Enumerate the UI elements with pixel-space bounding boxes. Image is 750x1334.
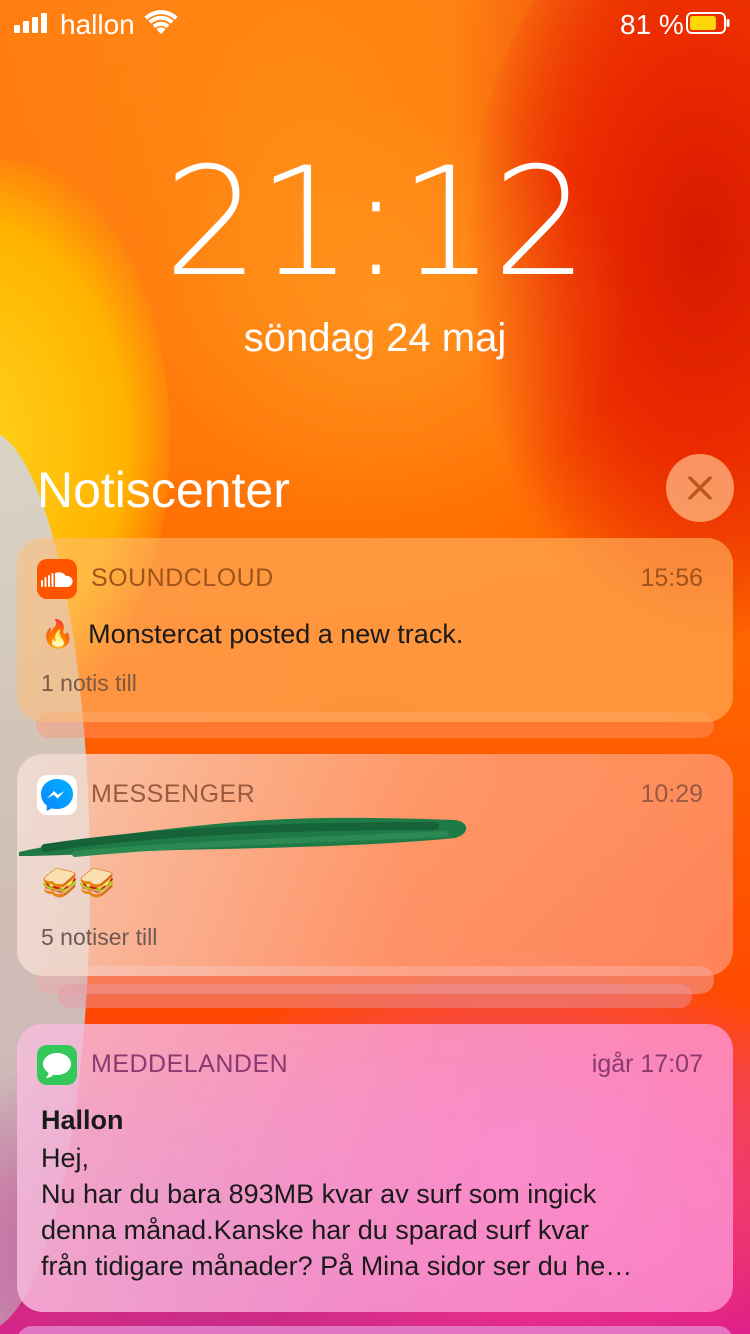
status-bar: hallon 81 % bbox=[0, 0, 750, 48]
notification-peek[interactable] bbox=[17, 1326, 733, 1334]
notification-more-count: 1 notis till bbox=[41, 670, 137, 696]
notification-stack-shadow bbox=[58, 984, 692, 1008]
message-body: Hej, Nu har du bara 893MB kvar av surf s… bbox=[41, 1140, 632, 1284]
message-line: denna månad.Kanske har du sparad surf kv… bbox=[41, 1215, 589, 1245]
message-line: Hej, bbox=[41, 1143, 90, 1173]
clear-notifications-button[interactable] bbox=[666, 454, 734, 522]
messages-icon bbox=[37, 1045, 77, 1085]
lock-screen-date: söndag 24 maj bbox=[243, 316, 507, 360]
notification-messenger[interactable]: MESSENGER 10:29 🥪🥪 5 notiser till bbox=[17, 754, 733, 976]
message-line: Nu har du bara 893MB kvar av surf som in… bbox=[41, 1179, 597, 1209]
soundcloud-icon bbox=[37, 559, 77, 599]
notification-app-name: SOUNDCLOUD bbox=[91, 564, 274, 592]
redaction-scribble bbox=[19, 817, 467, 857]
notification-time: 15:56 bbox=[640, 564, 703, 592]
notification-center-title: Notiscenter bbox=[37, 462, 290, 518]
wifi-icon bbox=[144, 10, 178, 34]
notification-app-name: MEDDELANDEN bbox=[91, 1050, 289, 1078]
message-sender: Hallon bbox=[41, 1105, 124, 1135]
battery-icon bbox=[686, 12, 730, 34]
notification-time: 10:29 bbox=[640, 780, 703, 808]
battery-percent: 81 % bbox=[620, 9, 684, 40]
lock-screen: hallon 81 % 21:12 söndag 24 maj Notiscen… bbox=[0, 0, 750, 1334]
notification-body: 🔥 Monstercat posted a new track. bbox=[41, 616, 463, 652]
fire-emoji: 🔥 bbox=[41, 619, 75, 649]
signal-bars-icon bbox=[14, 13, 47, 33]
notification-emoji: 🥪🥪 bbox=[41, 867, 116, 900]
carrier-name: hallon bbox=[60, 9, 135, 40]
notification-soundcloud[interactable]: SOUNDCLOUD 15:56 🔥 Monstercat posted a n… bbox=[17, 538, 733, 722]
notification-messages[interactable]: MEDDELANDEN igår 17:07 Hallon Hej, Nu ha… bbox=[17, 1024, 733, 1312]
message-line: från tidigare månader? På Mina sidor ser… bbox=[41, 1251, 633, 1281]
notification-time: igår 17:07 bbox=[591, 1050, 703, 1078]
close-x-icon bbox=[688, 476, 712, 500]
lock-screen-time: 21:12 bbox=[163, 136, 588, 310]
notification-message: Monstercat posted a new track. bbox=[88, 619, 464, 649]
notification-more-count: 5 notiser till bbox=[41, 924, 158, 950]
